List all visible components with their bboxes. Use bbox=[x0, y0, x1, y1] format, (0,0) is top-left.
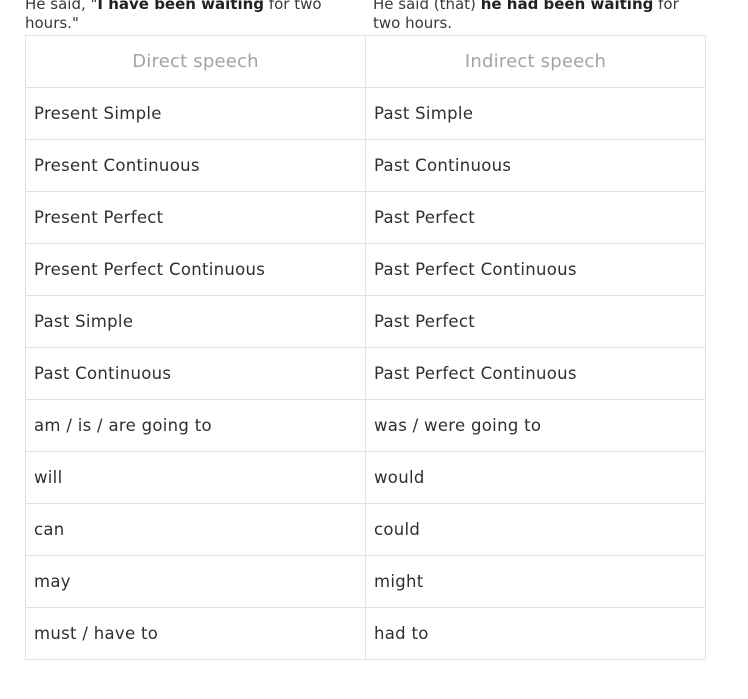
table-row: must / have to had to bbox=[25, 607, 706, 660]
indirect-tense-cell: Past Continuous bbox=[365, 139, 706, 192]
example-sentence-row: He said, "I have been waiting for two ho… bbox=[0, 0, 748, 35]
direct-speech-example: He said, "I have been waiting for two ho… bbox=[25, 0, 355, 33]
indirect-tense-cell: Past Perfect Continuous bbox=[365, 347, 706, 400]
indirect-tense-cell: might bbox=[365, 555, 706, 608]
direct-tense-cell: must / have to bbox=[25, 607, 366, 660]
direct-tense-cell: can bbox=[25, 503, 366, 556]
direct-example-prefix: He said, " bbox=[25, 0, 98, 13]
direct-tense-cell: Present Simple bbox=[25, 87, 366, 140]
direct-tense-cell: Present Perfect bbox=[25, 191, 366, 244]
direct-tense-cell: may bbox=[25, 555, 366, 608]
indirect-tense-cell: would bbox=[365, 451, 706, 504]
indirect-tense-cell: Past Simple bbox=[365, 87, 706, 140]
table-row: Past Simple Past Perfect bbox=[25, 295, 706, 348]
table-row: Past Continuous Past Perfect Continuous bbox=[25, 347, 706, 400]
direct-example-highlight: I have been waiting bbox=[97, 0, 265, 13]
table-row: am / is / are going to was / were going … bbox=[25, 399, 706, 452]
direct-tense-cell: Present Perfect Continuous bbox=[25, 243, 366, 296]
table-row: Present Perfect Past Perfect bbox=[25, 191, 706, 244]
header-direct-speech: Direct speech bbox=[25, 35, 366, 88]
table-header-row: Direct speech Indirect speech bbox=[25, 35, 706, 88]
direct-tense-cell: Past Simple bbox=[25, 295, 366, 348]
direct-tense-cell: Present Continuous bbox=[25, 139, 366, 192]
direct-tense-cell: Past Continuous bbox=[25, 347, 366, 400]
indirect-tense-cell: was / were going to bbox=[365, 399, 706, 452]
indirect-example-prefix: He said (that) bbox=[373, 0, 481, 13]
direct-tense-cell: will bbox=[25, 451, 366, 504]
table-row: may might bbox=[25, 555, 706, 608]
table-row: Present Simple Past Simple bbox=[25, 87, 706, 140]
indirect-tense-cell: Past Perfect bbox=[365, 295, 706, 348]
indirect-tense-cell: could bbox=[365, 503, 706, 556]
indirect-speech-example: He said (that) he had been waiting for t… bbox=[373, 0, 693, 33]
table-row: can could bbox=[25, 503, 706, 556]
indirect-tense-cell: Past Perfect Continuous bbox=[365, 243, 706, 296]
table-row: will would bbox=[25, 451, 706, 504]
tense-backshift-table: Direct speech Indirect speech Present Si… bbox=[25, 35, 706, 660]
header-indirect-speech: Indirect speech bbox=[365, 35, 706, 88]
indirect-tense-cell: Past Perfect bbox=[365, 191, 706, 244]
table-row: Present Perfect Continuous Past Perfect … bbox=[25, 243, 706, 296]
indirect-example-highlight: he had been waiting bbox=[480, 0, 654, 13]
table-row: Present Continuous Past Continuous bbox=[25, 139, 706, 192]
direct-tense-cell: am / is / are going to bbox=[25, 399, 366, 452]
indirect-tense-cell: had to bbox=[365, 607, 706, 660]
